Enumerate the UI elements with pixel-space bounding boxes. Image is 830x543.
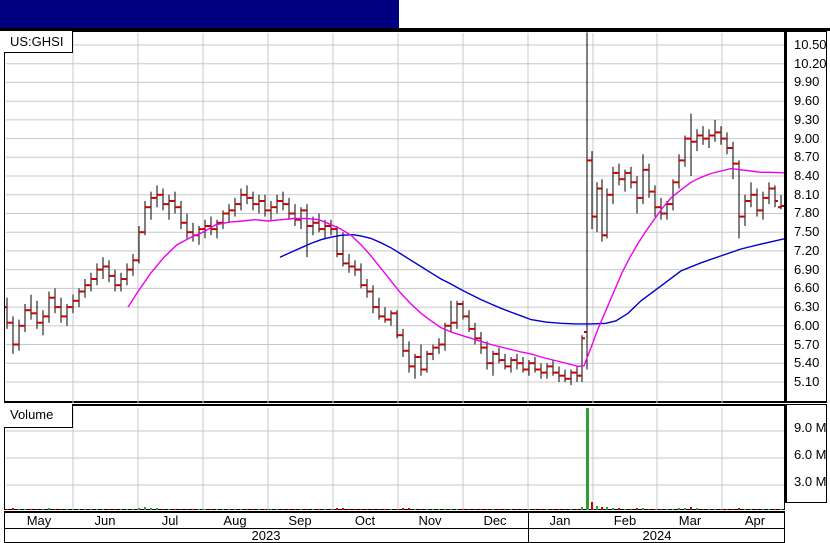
price-axis-label: 7.50 — [794, 224, 820, 240]
year-divider-line — [528, 529, 529, 542]
volume-label: Volume — [10, 407, 54, 422]
month-label: Sep — [288, 513, 312, 528]
price-axis-label: 9.00 — [794, 130, 820, 146]
month-label: Aug — [223, 513, 247, 528]
price-axis-label: 10.50 — [794, 37, 827, 52]
chart-header: Historic Chart for US:GHSI by Stockwatch… — [0, 0, 830, 84]
price-axis-label: 5.10 — [794, 373, 820, 389]
volume-label-box: Volume — [4, 404, 73, 428]
volume-axis-label: 3.0 M — [794, 474, 827, 489]
price-axis-label: 10.20 — [794, 55, 827, 71]
month-label: Oct — [354, 513, 376, 528]
month-label: Jun — [94, 513, 116, 528]
year-label: 2024 — [642, 528, 672, 543]
month-label: Nov — [418, 513, 442, 528]
price-axis-label: 9.60 — [794, 93, 820, 109]
price-axis-label: 7.80 — [794, 205, 820, 221]
price-axis-label: 6.60 — [794, 280, 820, 296]
month-label: Jan — [549, 513, 571, 528]
symbol-label-box: US:GHSI — [4, 31, 73, 53]
price-axis-label: 9.30 — [794, 111, 820, 127]
price-axis-label: 6.90 — [794, 261, 820, 277]
month-label: Jul — [161, 513, 179, 528]
price-axis-label: 5.70 — [794, 336, 820, 352]
symbol-label: US:GHSI — [10, 34, 64, 49]
price-axis-label: 5.40 — [794, 355, 820, 371]
month-axis: May Jun Jul Aug Sep Oct Nov Dec Jan Feb Mar Apr — [4, 511, 785, 529]
year-divider-line — [528, 513, 529, 528]
volume-axis-label: 9.0 M — [794, 420, 827, 435]
year-label: 2023 — [251, 528, 281, 543]
volume-axis: 9.0 M 6.0 M 3.0 M — [784, 404, 827, 503]
price-axis: 10.50 10.20 9.90 9.60 9.30 9.00 8.70 8.40 8.10 7.… — [784, 31, 827, 403]
price-axis-label: 8.10 — [794, 186, 820, 202]
year-axis: 2023 2024 — [4, 529, 785, 543]
price-axis-label: 6.00 — [794, 317, 820, 333]
month-label: Dec — [483, 513, 507, 528]
price-axis-label: 9.90 — [794, 74, 820, 90]
volume-axis-label: 6.0 M — [794, 447, 827, 462]
month-label: Mar — [678, 513, 702, 528]
month-label: Feb — [613, 513, 637, 528]
price-chart-panel — [4, 31, 786, 403]
month-label: Apr — [744, 513, 766, 528]
price-axis-label: 7.20 — [794, 242, 820, 258]
price-axis-label: 8.40 — [794, 168, 820, 184]
volume-chart-panel — [4, 404, 785, 510]
header-highlight: Historic Chart for US:GHSI by Stockwatch… — [0, 0, 399, 28]
price-chart-svg — [5, 32, 786, 403]
price-axis-label: 8.70 — [794, 149, 820, 165]
volume-chart-svg — [6, 408, 785, 510]
historic-chart-window: Historic Chart for US:GHSI by Stockwatch… — [0, 0, 830, 543]
month-label: May — [26, 513, 52, 528]
price-axis-label: 6.30 — [794, 299, 820, 315]
